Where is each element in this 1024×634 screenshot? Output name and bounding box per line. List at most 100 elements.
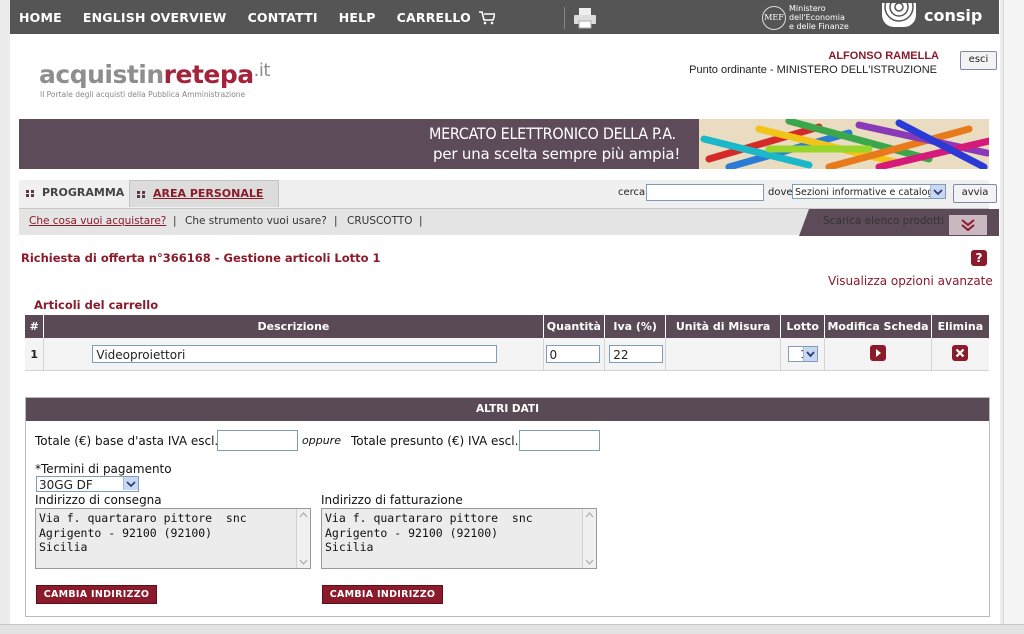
separator: | <box>419 215 423 227</box>
payment-terms-value: 30GG DF <box>39 478 93 492</box>
address-line: Via f. quartararo pittore snc <box>325 511 533 525</box>
col-header: Elimina <box>931 315 989 338</box>
delivery-address-textarea[interactable]: Via f. quartararo pittore snc Agrigento … <box>35 508 311 569</box>
mef-badge: MEF <box>762 5 786 30</box>
tab-label: PROGRAMMA <box>42 186 125 199</box>
payment-terms-select[interactable]: 30GG DF <box>36 476 139 492</box>
banner-line2: per una scelta sempre più ampia! <box>433 145 681 163</box>
other-data-panel: ALTRI DATI Totale (€) base d'asta IVA es… <box>25 397 990 617</box>
page: HOME ENGLISH OVERVIEW CONTATTI HELP CARR… <box>10 0 1000 633</box>
presunto-input[interactable] <box>519 430 600 451</box>
logout-button[interactable]: esci <box>960 51 997 70</box>
mef-text-line: e delle Finanze <box>789 22 849 31</box>
cart-section-title: Articoli del carrello <box>34 298 159 312</box>
vat-input[interactable]: 22 <box>609 345 664 363</box>
nav-english-overview[interactable]: ENGLISH OVERVIEW <box>83 10 227 25</box>
delivery-address-label: Indirizzo di consegna <box>35 493 162 507</box>
change-billing-address-button[interactable]: CAMBIA INDIRIZZO <box>322 585 443 604</box>
vertical-scrollbar[interactable] <box>1003 0 1024 633</box>
row-number: 1 <box>25 338 45 371</box>
quantity-input[interactable]: 0 <box>545 345 600 363</box>
user-role: Punto ordinante - MINISTERO DELL'ISTRUZI… <box>689 64 937 76</box>
base-asta-input[interactable] <box>217 430 298 451</box>
col-header: Iva (%) <box>604 315 667 338</box>
delete-icon[interactable] <box>952 344 969 361</box>
base-asta-label: Totale (€) base d'asta IVA escl. <box>35 434 219 448</box>
chevron-down-icon[interactable] <box>930 185 945 198</box>
top-navigation: HOME ENGLISH OVERVIEW CONTATTI HELP CARR… <box>10 0 999 34</box>
table-header-row: # Descrizione Quantità Iva (%) Unità di … <box>25 315 989 338</box>
nav-home[interactable]: HOME <box>19 10 62 25</box>
consip-logo: consip <box>882 3 982 27</box>
nav-contatti[interactable]: CONTATTI <box>248 10 318 25</box>
billing-address-label: Indirizzo di fatturazione <box>321 493 463 507</box>
site-logo[interactable]: acquistinretepa.it <box>39 60 270 89</box>
tab-label: AREA PERSONALE <box>153 187 264 200</box>
mef-text-line: Ministero <box>789 4 826 13</box>
separator: | <box>334 215 338 227</box>
address-line: Via f. quartararo pittore snc <box>39 511 247 525</box>
tabs-bar: PROGRAMMA AREA PERSONALE cerca dove Sezi… <box>19 180 997 208</box>
presunto-label: Totale presunto (€) IVA escl. <box>351 434 519 448</box>
table-row: 1 Videoproiettori 0 22 1 <box>25 338 989 371</box>
mef-text-line: dell'Economia <box>789 13 845 22</box>
logo-subtitle: Il Portale degli acquisti della Pubblica… <box>40 90 246 99</box>
search-input[interactable] <box>646 184 764 201</box>
banner-line1: MERCATO ELETTRONICO DELLA P.A. <box>429 124 676 143</box>
download-label: Scarica elenco prodotti <box>823 215 945 227</box>
col-header: Unità di Misura <box>665 315 782 338</box>
billing-address-textarea[interactable]: Via f. quartararo pittore snc Agrigento … <box>321 508 597 569</box>
col-header: Descrizione <box>43 315 544 338</box>
unit-of-measure <box>665 338 782 371</box>
scrollbar[interactable] <box>296 509 310 568</box>
help-icon[interactable]: ? <box>971 250 987 266</box>
double-chevron-down-icon <box>949 215 987 235</box>
tab-programma[interactable]: PROGRAMMA <box>19 180 146 206</box>
other-data-header: ALTRI DATI <box>26 398 989 421</box>
payment-terms-label: *Termini di pagamento <box>35 462 172 476</box>
search-scope-label: dove <box>768 187 793 198</box>
link-cruscotto[interactable]: CRUSCOTTO <box>347 215 412 227</box>
consip-text: consip <box>924 5 983 25</box>
description-input[interactable]: Videoproiettori <box>92 345 498 363</box>
grid-bullet-icon <box>26 190 34 197</box>
nav-help[interactable]: HELP <box>339 10 376 25</box>
printer-icon[interactable] <box>564 7 597 29</box>
cart-icon[interactable] <box>478 11 497 25</box>
search-scope-select[interactable]: Sezioni informative e catalogo <box>792 184 946 199</box>
user-name: ALFONSO RAMELLA <box>828 50 939 62</box>
link-strumento[interactable]: Che strumento vuoi usare? <box>185 215 327 227</box>
promo-banner: MERCATO ELETTRONICO DELLA P.A. per una s… <box>19 119 989 169</box>
scrollbar[interactable] <box>582 509 596 568</box>
address-line: Agrigento - 92100 (92100) <box>39 525 213 540</box>
chevron-down-icon[interactable] <box>802 347 817 361</box>
address-line: Agrigento - 92100 (92100) <box>325 525 499 540</box>
address-line: Sicilia <box>39 540 88 554</box>
address-line: Sicilia <box>325 540 374 554</box>
link-cosa-acquistare[interactable]: Che cosa vuoi acquistare? <box>29 215 166 227</box>
sub-navigation: Che cosa vuoi acquistare? | Che strument… <box>19 208 999 236</box>
consip-mark-icon <box>882 3 916 27</box>
separator: | <box>173 215 177 227</box>
grid-bullet-icon <box>137 191 145 198</box>
advanced-options-link[interactable]: Visualizza opzioni avanzate <box>828 274 993 288</box>
oppure-label: oppure <box>302 434 341 447</box>
search-label: cerca <box>618 187 646 198</box>
search-go-button[interactable]: avvia <box>953 184 997 203</box>
nav-carrello[interactable]: CARRELLO <box>397 10 471 25</box>
col-header: # <box>25 315 45 338</box>
mef-logo: MEF Ministero dell'Economia e delle Fina… <box>762 4 849 31</box>
pencils-image <box>699 119 989 169</box>
col-header: Modifica Scheda <box>824 315 932 338</box>
download-products-button[interactable]: Scarica elenco prodotti <box>799 209 999 236</box>
page-title: Richiesta di offerta n°366168 - Gestione… <box>21 251 381 265</box>
tab-area-personale[interactable]: AREA PERSONALE <box>129 180 279 207</box>
search-scope-value: Sezioni informative e catalogo <box>795 187 940 198</box>
col-header: Quantità <box>543 315 606 338</box>
edit-sheet-icon[interactable] <box>870 344 887 361</box>
cart-table: # Descrizione Quantità Iva (%) Unità di … <box>25 315 989 371</box>
lotto-select[interactable]: 1 <box>787 346 818 362</box>
col-header: Lotto <box>780 315 826 338</box>
change-delivery-address-button[interactable]: CAMBIA INDIRIZZO <box>36 585 157 604</box>
chevron-down-icon[interactable] <box>123 477 138 490</box>
